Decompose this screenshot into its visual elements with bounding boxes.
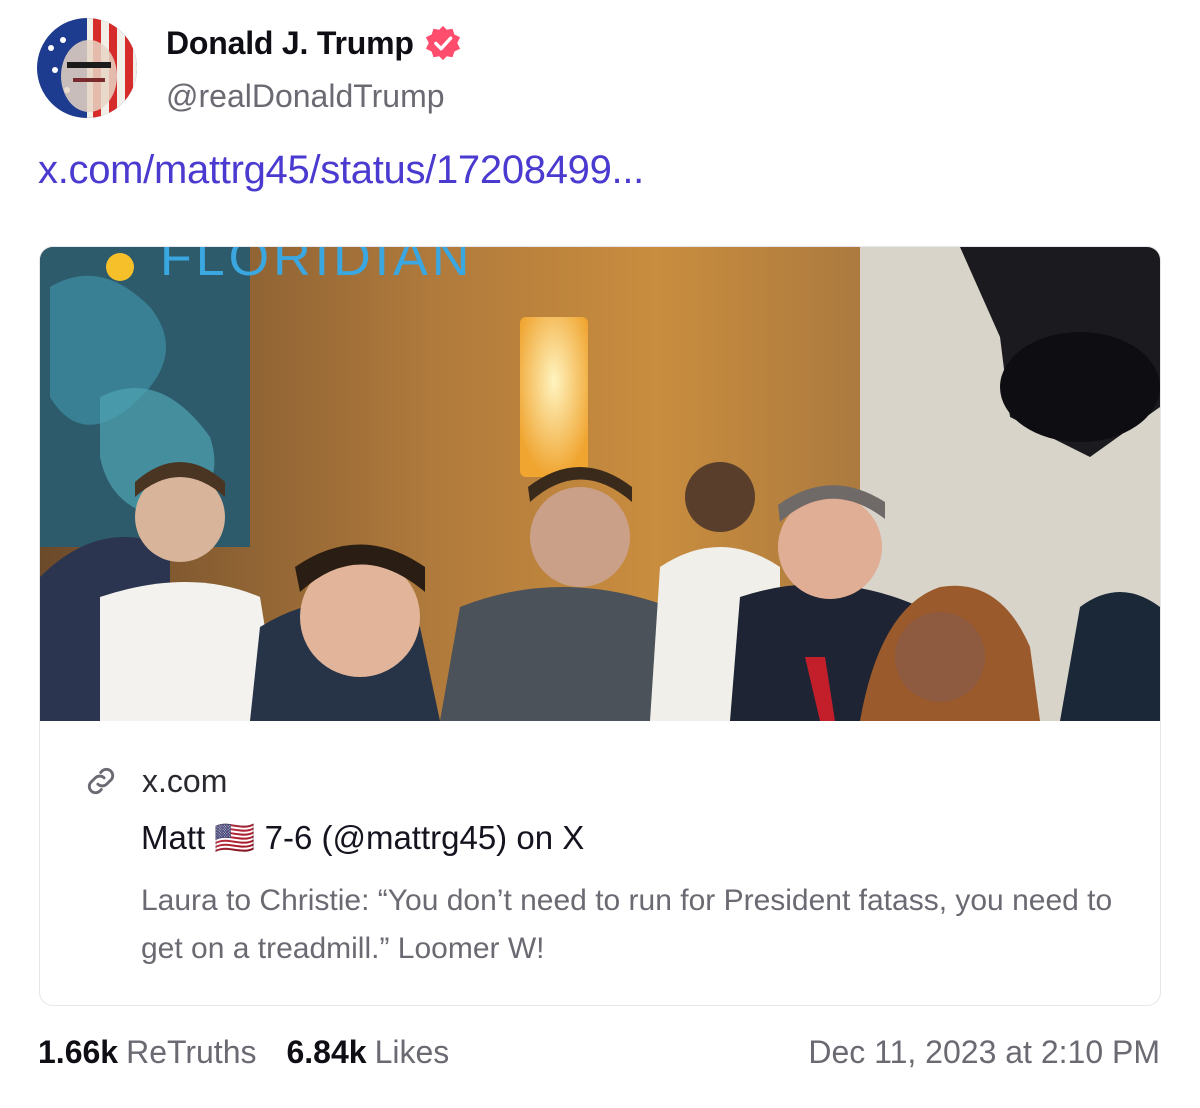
card-domain-row: x.com: [82, 762, 227, 800]
retruths-label: ReTruths: [126, 1034, 257, 1070]
author-name[interactable]: Donald J. Trump: [166, 25, 414, 62]
likes-label: Likes: [374, 1034, 450, 1070]
likes-stat[interactable]: 6.84k Likes: [286, 1034, 449, 1071]
preview-image: FLORIDIAN: [40, 247, 1160, 721]
post-timestamp[interactable]: Dec 11, 2023 at 2:10 PM: [808, 1034, 1160, 1071]
author-handle[interactable]: @realDonaldTrump: [166, 78, 445, 115]
card-domain: x.com: [142, 762, 228, 799]
author-avatar[interactable]: [37, 18, 137, 118]
author-name-row: Donald J. Trump: [166, 24, 462, 62]
floridian-overlay-text: FLORIDIAN: [160, 247, 473, 287]
retruths-stat[interactable]: 1.66k ReTruths: [38, 1034, 256, 1071]
avatar-image: [37, 18, 137, 118]
retruths-count: 1.66k: [38, 1034, 119, 1070]
post-footer: 1.66k ReTruths 6.84k Likes Dec 11, 2023 at…: [38, 1034, 1160, 1071]
link-icon: [87, 767, 115, 795]
link-preview-card[interactable]: FLORIDIAN x.com Matt 🇺🇸 7-6 (@mattrg45) …: [39, 246, 1161, 1006]
verified-badge-icon: [425, 25, 460, 61]
card-description: Laura to Christie: “You don’t need to ru…: [141, 884, 1113, 965]
card-title: Matt 🇺🇸 7-6 (@mattrg45) on X: [141, 819, 585, 856]
post-link[interactable]: x.com/mattrg45/status/17208499...: [38, 148, 644, 193]
likes-count: 6.84k: [286, 1034, 367, 1070]
